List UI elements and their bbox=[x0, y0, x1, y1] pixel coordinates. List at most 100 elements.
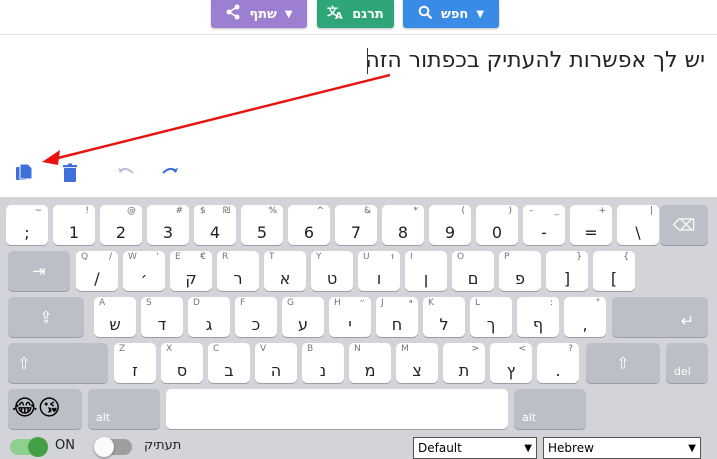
language-select[interactable]: Hebrew ▼ bbox=[543, 437, 701, 459]
emoji-key[interactable]: 😂😘 bbox=[8, 389, 82, 429]
key-main-label: ס bbox=[176, 361, 188, 380]
shift-right-key[interactable]: ⇧ bbox=[586, 343, 660, 383]
alt-left-key[interactable]: alt bbox=[88, 389, 160, 429]
text-editor[interactable]: יש לך אפשרות להעתיק בכפתור הזה bbox=[0, 34, 717, 195]
key-main-label: 6 bbox=[303, 223, 315, 242]
key-shift-label: וּ bbox=[391, 252, 394, 262]
key-shift-label: " bbox=[595, 298, 600, 308]
keyboard-key[interactable]: E € ק bbox=[170, 251, 212, 291]
keyboard-key[interactable]: Sד bbox=[141, 297, 183, 337]
keyboard-key[interactable]: Cב bbox=[208, 343, 250, 383]
keyboard-key[interactable]: Vה bbox=[255, 343, 297, 383]
key-shift-label: @ bbox=[127, 206, 136, 216]
keyboard-key[interactable]: Yט bbox=[311, 251, 353, 291]
keyboard-key[interactable]: * 8 bbox=[382, 205, 424, 245]
keyboard-key[interactable]: Zז bbox=[114, 343, 156, 383]
keyboard-key[interactable]: Nמ bbox=[349, 343, 391, 383]
key-shift-label: ״ bbox=[359, 298, 365, 308]
keyboard-key[interactable]: J ײח bbox=[376, 297, 418, 337]
keyboard-key[interactable]: ^ 6 bbox=[288, 205, 330, 245]
keyboard-key[interactable]: U וּ ו bbox=[358, 251, 400, 291]
key-main-label: [ bbox=[610, 269, 618, 288]
keyboard-key[interactable]: > ת bbox=[443, 343, 485, 383]
delete-label: del bbox=[674, 365, 691, 378]
keyboard-key[interactable]: H ״ י bbox=[329, 297, 371, 337]
keyboard-key[interactable]: ?. bbox=[537, 343, 579, 383]
backspace-key[interactable]: ⌫ bbox=[660, 205, 708, 245]
keyboard-key[interactable]: < ץ bbox=[490, 343, 532, 383]
share-button[interactable]: שתף ▼ bbox=[211, 0, 307, 28]
keyboard-key[interactable]: % 5 bbox=[241, 205, 283, 245]
key-shift-label: ײ bbox=[409, 298, 412, 308]
keyboard-key[interactable]: & 7 bbox=[335, 205, 377, 245]
key-shift-label: & bbox=[363, 206, 371, 216]
keyboard-key[interactable]: Aש bbox=[94, 297, 136, 337]
keyboard-key[interactable]: Oם bbox=[452, 251, 494, 291]
keyboard-key[interactable]: @2 bbox=[100, 205, 142, 245]
keyboard-key[interactable]: Fכ bbox=[235, 297, 277, 337]
keyboard-key[interactable]: }] bbox=[546, 251, 588, 291]
key-main-label: 7 bbox=[350, 223, 362, 242]
keyboard-key[interactable]: Kל bbox=[423, 297, 465, 337]
translate-label: תרגם bbox=[352, 6, 384, 22]
keyboard-key[interactable]: ~; bbox=[6, 205, 48, 245]
copy-toggle[interactable] bbox=[94, 437, 132, 457]
key-main-label: ל bbox=[439, 315, 449, 334]
on-toggle[interactable] bbox=[10, 437, 48, 457]
keyboard-key[interactable]: Rר bbox=[217, 251, 259, 291]
keyboard-key[interactable]: Lך bbox=[470, 297, 512, 337]
enter-icon: ↵ bbox=[680, 311, 694, 331]
key-latin-label: L bbox=[475, 298, 481, 308]
keyboard-key[interactable]: Bנ bbox=[302, 343, 344, 383]
key-main-label: ׳ bbox=[140, 269, 148, 288]
toggle-knob bbox=[94, 437, 114, 457]
key-main-label: 9 bbox=[444, 223, 456, 242]
capslock-key[interactable]: ⇪ bbox=[8, 297, 84, 337]
chevron-down-icon: ▼ bbox=[476, 8, 485, 20]
keyboard-key[interactable]: Xס bbox=[161, 343, 203, 383]
keyboard-key[interactable]: ", bbox=[564, 297, 606, 337]
keyboard-key[interactable]: + = bbox=[570, 205, 612, 245]
alt-right-key[interactable]: alt bbox=[514, 389, 586, 429]
tab-icon: ⇥ bbox=[32, 261, 46, 281]
key-main-label: , bbox=[582, 315, 588, 334]
keyboard-key[interactable]: Dג bbox=[188, 297, 230, 337]
keyboard-key[interactable]: | \ bbox=[617, 205, 659, 245]
key-latin-label: E bbox=[175, 252, 181, 262]
keyboard-key[interactable]: Gע bbox=[282, 297, 324, 337]
tab-key[interactable]: ⇥ bbox=[8, 251, 70, 291]
key-latin-label: D bbox=[193, 298, 200, 308]
keyboard-key[interactable]: W ' ׳ bbox=[123, 251, 165, 291]
keyboard-key[interactable]: {[ bbox=[593, 251, 635, 291]
keyboard-key[interactable]: – _ - bbox=[523, 205, 565, 245]
key-main-label: ז bbox=[132, 361, 138, 380]
shift-left-key[interactable]: ⇧ bbox=[8, 343, 108, 383]
key-main-label: 3 bbox=[162, 223, 174, 242]
layout-select[interactable]: Default ▼ bbox=[413, 437, 537, 459]
translate-button[interactable]: 文A תרגם bbox=[317, 0, 394, 28]
keyboard-key[interactable]: Iן bbox=[405, 251, 447, 291]
key-main-label: ; bbox=[24, 223, 30, 242]
key-shift-label: } bbox=[576, 252, 582, 262]
key-latin-label: V bbox=[260, 344, 267, 354]
keyboard-key[interactable]: Mצ bbox=[396, 343, 438, 383]
key-main-label: ר bbox=[233, 269, 243, 288]
delete-key[interactable]: del bbox=[666, 343, 708, 383]
keyboard-key[interactable]: (9 bbox=[429, 205, 471, 245]
key-shift-label: ₪ bbox=[222, 206, 230, 216]
annotation-arrow bbox=[42, 73, 391, 165]
keyboard-key[interactable]: $ ₪ 4 bbox=[194, 205, 236, 245]
enter-key[interactable]: ↵ bbox=[612, 297, 708, 337]
keyboard-key[interactable]: Tא bbox=[264, 251, 306, 291]
chevron-down-icon: ▼ bbox=[284, 8, 293, 20]
keyboard-key[interactable]: ! 1 bbox=[53, 205, 95, 245]
keyboard-key[interactable]: ) 0 bbox=[476, 205, 518, 245]
keyboard-key[interactable]: Pפ bbox=[499, 251, 541, 291]
keyboard-key[interactable]: :ף bbox=[517, 297, 559, 337]
key-latin-label: Z bbox=[119, 344, 126, 354]
keyboard-key[interactable]: Q / / bbox=[76, 251, 118, 291]
keyboard-key[interactable]: #3 bbox=[147, 205, 189, 245]
space-key[interactable] bbox=[166, 389, 508, 429]
key-main-label: - bbox=[541, 223, 547, 242]
search-button[interactable]: חפש ▼ bbox=[403, 0, 499, 28]
